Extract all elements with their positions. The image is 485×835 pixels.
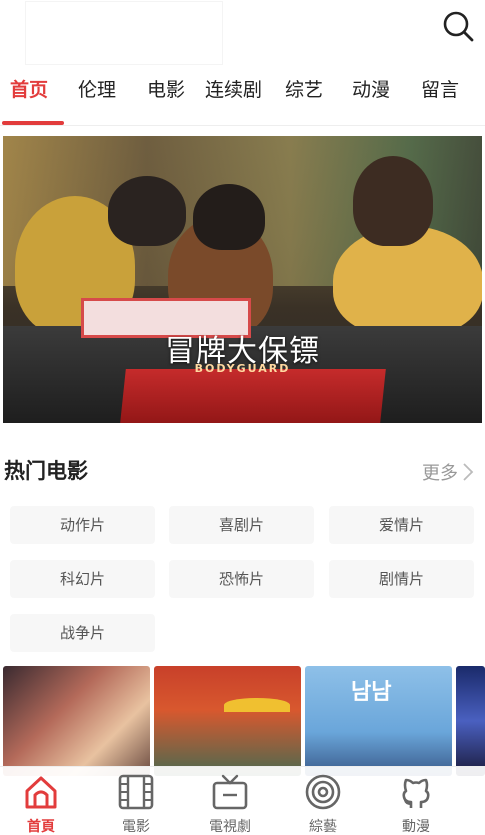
nav-movies[interactable]: 電影 (101, 773, 171, 835)
nav-home[interactable]: 首頁 (6, 773, 76, 835)
genre-drama[interactable]: 剧情片 (329, 560, 474, 598)
target-icon (305, 774, 341, 810)
tab-variety[interactable]: 综艺 (285, 74, 323, 108)
nav-variety-label: 綜藝 (309, 819, 337, 835)
home-icon (25, 776, 57, 809)
app-logo-placeholder (26, 2, 222, 64)
tab-series[interactable]: 连续剧 (205, 74, 262, 108)
banner-character-right-head (353, 156, 433, 246)
genre-scifi[interactable]: 科幻片 (10, 560, 155, 598)
section-title: 热门电影 (4, 459, 88, 483)
thumbnail-title: 남남 (351, 680, 392, 705)
nav-home-label: 首頁 (27, 819, 55, 835)
more-link[interactable]: 更多 (422, 459, 474, 485)
movie-thumbnail-3[interactable]: 남남 (305, 666, 452, 776)
tab-messages[interactable]: 留言 (421, 74, 459, 108)
nav-tv[interactable]: 電視劇 (195, 773, 265, 835)
genre-war[interactable]: 战争片 (10, 614, 155, 652)
search-icon (443, 11, 474, 42)
banner-character-left-head (108, 176, 186, 246)
featured-banner[interactable]: 冒牌大保镖 BODYGUARD (3, 136, 482, 423)
movie-thumbnail-4[interactable] (456, 666, 485, 776)
tab-movies[interactable]: 电影 (147, 74, 185, 108)
chevron-right-icon (463, 463, 474, 481)
category-tabs: 首页 伦理 电影 连续剧 综艺 动漫 留言 (0, 74, 485, 110)
tv-icon (212, 774, 248, 810)
github-cat-icon (402, 778, 430, 808)
nav-tv-label: 電視劇 (209, 819, 251, 835)
tab-home[interactable]: 首页 (10, 74, 48, 108)
tab-ethics[interactable]: 伦理 (78, 74, 116, 108)
genre-action[interactable]: 动作片 (10, 506, 155, 544)
search-button[interactable] (440, 8, 476, 44)
tabs-divider (0, 125, 485, 126)
nav-anime[interactable]: 動漫 (381, 773, 451, 835)
tab-anime[interactable]: 动漫 (352, 74, 390, 108)
genre-romance[interactable]: 爱情片 (329, 506, 474, 544)
movie-thumbnail-1[interactable] (3, 666, 150, 776)
more-link-label: 更多 (422, 463, 458, 484)
banner-character-center-head (193, 184, 265, 250)
nav-variety[interactable]: 綜藝 (288, 773, 358, 835)
film-icon (118, 774, 154, 810)
umbrella-shape (224, 698, 290, 712)
movie-thumbnail-2[interactable] (154, 666, 301, 776)
banner-poster-subtitle: BODYGUARD (194, 362, 291, 375)
nav-movies-label: 電影 (122, 819, 150, 835)
banner-poster-logo (120, 369, 386, 423)
bottom-navigation: 首頁 電影 電視劇 綜藝 動漫 (0, 766, 485, 835)
genre-comedy[interactable]: 喜剧片 (169, 506, 314, 544)
genre-horror[interactable]: 恐怖片 (169, 560, 314, 598)
nav-anime-label: 動漫 (402, 819, 430, 835)
